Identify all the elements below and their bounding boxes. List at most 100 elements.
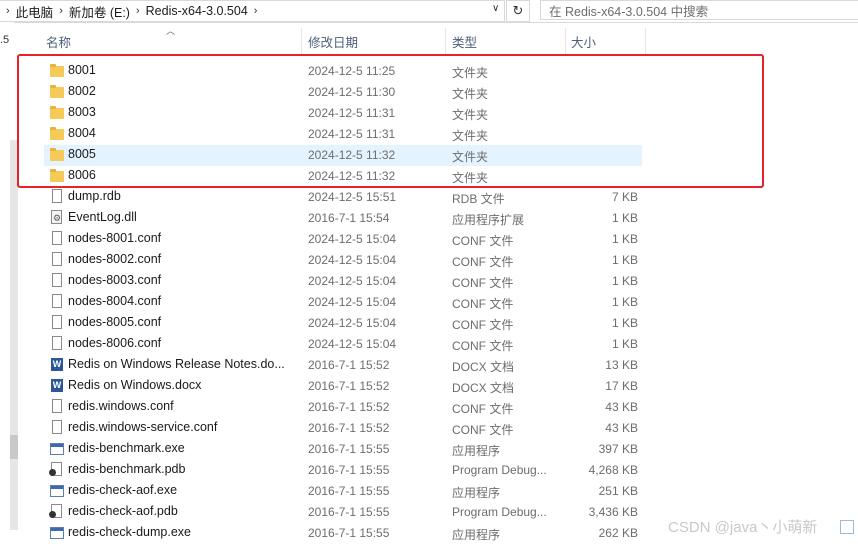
file-date: 2016-7-1 15:52 (308, 379, 390, 393)
refresh-button[interactable]: ↻ (506, 0, 530, 22)
file-size: 1 KB (611, 232, 638, 246)
file-type: CONF 文件 (452, 276, 514, 290)
file-type: CONF 文件 (452, 402, 514, 416)
breadcrumb-this-pc[interactable]: 此电脑 (16, 2, 54, 21)
file-row[interactable]: nodes-8001.conf 2024-12-5 15:04 CONF 文件 1 K… (44, 229, 642, 250)
file-name: EventLog.dll (68, 210, 137, 224)
file-size: 1 KB (611, 274, 638, 288)
navigation-scrollbar-thumb[interactable] (10, 435, 18, 459)
column-divider[interactable] (565, 28, 566, 54)
column-divider[interactable] (301, 28, 302, 54)
column-header-size[interactable]: 大小 (571, 28, 641, 54)
navigation-scrollbar[interactable] (10, 140, 18, 530)
file-type: CONF 文件 (452, 423, 514, 437)
column-divider[interactable] (645, 28, 646, 54)
file-name: Redis on Windows Release Notes.do... (68, 357, 285, 371)
column-divider[interactable] (445, 28, 446, 54)
breadcrumb[interactable]: › 此电脑 › 新加卷 (E:) › Redis-x64-3.0.504 › (0, 0, 505, 22)
pdb-icon (49, 462, 62, 476)
column-header-name[interactable]: 名称 (46, 28, 300, 54)
file-icon (52, 252, 62, 266)
file-date: 2016-7-1 15:52 (308, 421, 390, 435)
file-date: 2024-12-5 15:04 (308, 274, 397, 288)
file-icon (52, 231, 62, 245)
file-name: redis-check-dump.exe (68, 525, 191, 539)
file-size: 1 KB (611, 316, 638, 330)
word-icon: W (51, 358, 63, 371)
file-size: 1 KB (611, 337, 638, 351)
file-row[interactable]: EventLog.dll 2016-7-1 15:54 应用程序扩展 1 KB (44, 208, 642, 229)
search-placeholder: 在 Redis-x64-3.0.504 中搜索 (549, 4, 709, 19)
file-size: 7 KB (611, 190, 638, 204)
file-name: nodes-8003.conf (68, 273, 162, 287)
file-size: 3,436 KB (588, 505, 638, 519)
navigation-item-partial[interactable]: .5 (0, 34, 9, 46)
file-name: redis-benchmark.pdb (68, 462, 186, 476)
file-row[interactable]: W Redis on Windows Release Notes.do... 201… (44, 355, 642, 376)
file-name: redis-check-aof.pdb (68, 504, 178, 518)
dll-icon (51, 210, 62, 224)
file-name: redis-check-aof.exe (68, 483, 178, 497)
file-row[interactable]: nodes-8006.conf 2024-12-5 15:04 CONF 文件 1 K… (44, 334, 642, 355)
file-size: 397 KB (598, 442, 638, 456)
file-size: 43 KB (605, 421, 638, 435)
file-row[interactable]: nodes-8005.conf 2024-12-5 15:04 CONF 文件 1 K… (44, 313, 642, 334)
chevron-right-icon[interactable]: › (130, 5, 146, 17)
file-type: DOCX 文档 (452, 360, 515, 374)
search-input[interactable]: 在 Redis-x64-3.0.504 中搜索 (540, 0, 858, 20)
exe-icon (50, 527, 64, 539)
breadcrumb-folder[interactable]: Redis-x64-3.0.504 (146, 4, 248, 18)
file-row[interactable]: redis-check-aof.exe 2016-7-1 15:55 应用程序 251… (44, 481, 642, 502)
file-date: 2016-7-1 15:52 (308, 400, 390, 414)
file-size: 1 KB (611, 253, 638, 267)
file-type: CONF 文件 (452, 318, 514, 332)
file-name: nodes-8006.conf (68, 336, 162, 350)
address-history-dropdown-icon[interactable]: ∨ (492, 3, 499, 14)
file-date: 2024-12-5 15:04 (308, 232, 397, 246)
file-row[interactable]: redis-check-aof.pdb 2016-7-1 15:55 Program… (44, 502, 642, 523)
file-type: CONF 文件 (452, 234, 514, 248)
file-icon (52, 336, 62, 350)
exe-icon (50, 443, 64, 455)
file-size: 13 KB (605, 358, 638, 372)
column-header-type[interactable]: 类型 (452, 28, 562, 54)
file-date: 2016-7-1 15:55 (308, 484, 390, 498)
file-type: CONF 文件 (452, 339, 514, 353)
file-icon (52, 273, 62, 287)
file-icon (52, 315, 62, 329)
file-row[interactable]: nodes-8004.conf 2024-12-5 15:04 CONF 文件 1 K… (44, 292, 642, 313)
file-name: nodes-8001.conf (68, 231, 162, 245)
file-row[interactable]: redis.windows.conf 2016-7-1 15:52 CONF 文件 4… (44, 397, 642, 418)
pdb-icon (49, 504, 62, 518)
file-type: 应用程序 (452, 486, 501, 500)
file-date: 2016-7-1 15:55 (308, 526, 390, 540)
file-row[interactable]: redis-benchmark.exe 2016-7-1 15:55 应用程序 397… (44, 439, 642, 460)
file-row[interactable]: redis-benchmark.pdb 2016-7-1 15:55 Program… (44, 460, 642, 481)
refresh-icon: ↻ (512, 3, 524, 18)
file-row[interactable]: dump.rdb 2024-12-5 15:51 RDB 文件 7 KB (44, 187, 642, 208)
breadcrumb-drive[interactable]: 新加卷 (E:) (69, 2, 130, 21)
file-date: 2024-12-5 15:51 (308, 190, 397, 204)
file-date: 2016-7-1 15:55 (308, 463, 390, 477)
file-date: 2024-12-5 15:04 (308, 316, 397, 330)
column-header-date[interactable]: 修改日期 (308, 28, 444, 54)
file-type: 应用程序 (452, 528, 501, 542)
file-size: 17 KB (605, 379, 638, 393)
file-row[interactable]: redis.windows-service.conf 2016-7-1 15:52… (44, 418, 642, 439)
file-row[interactable]: W Redis on Windows.docx 2016-7-1 15:52 DOCX… (44, 376, 642, 397)
file-name: redis.windows.conf (68, 399, 174, 413)
file-type: 应用程序扩展 (452, 213, 525, 227)
expand-icon (840, 520, 854, 534)
file-row[interactable]: nodes-8003.conf 2024-12-5 15:04 CONF 文件 1 K… (44, 271, 642, 292)
file-date: 2024-12-5 15:04 (308, 253, 397, 267)
file-date: 2016-7-1 15:52 (308, 358, 390, 372)
chevron-right-icon[interactable]: › (248, 5, 264, 17)
chevron-right-icon[interactable]: › (53, 5, 69, 17)
file-size: 4,268 KB (588, 463, 638, 477)
file-row[interactable]: nodes-8002.conf 2024-12-5 15:04 CONF 文件 1 K… (44, 250, 642, 271)
file-name: redis.windows-service.conf (68, 420, 218, 434)
exe-icon (50, 485, 64, 497)
file-size: 1 KB (611, 295, 638, 309)
watermark: CSDN @java丶小萌新 (668, 519, 818, 536)
file-icon (52, 189, 62, 203)
